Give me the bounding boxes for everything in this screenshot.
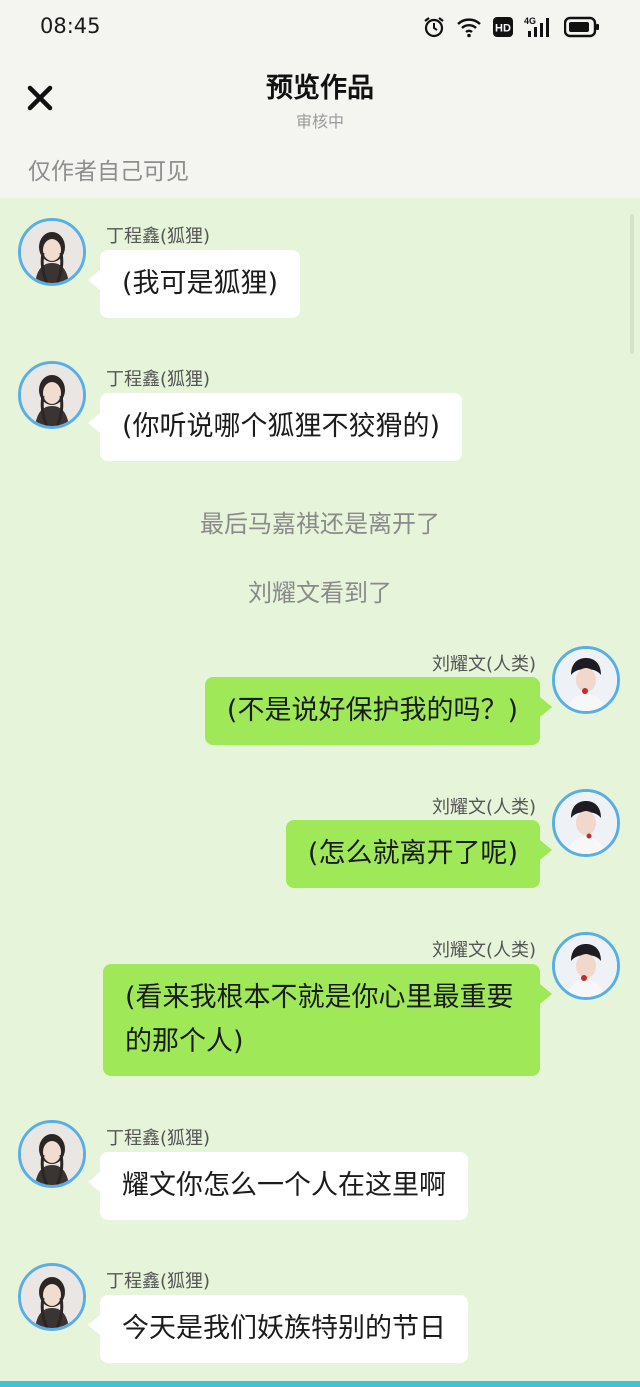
- sender-name: 丁程鑫(狐狸): [106, 1128, 211, 1149]
- narration-text: 最后马嘉祺还是离开了: [200, 510, 440, 538]
- sender-name: 刘耀文(人类): [431, 940, 536, 961]
- hd-icon: HD: [492, 16, 514, 38]
- avatar-ding[interactable]: [18, 1120, 86, 1188]
- message-bubble[interactable]: 今天是我们妖族特别的节日: [88, 1295, 468, 1363]
- visibility-note: 仅作者自己可见: [28, 159, 189, 185]
- avatar-liu[interactable]: [552, 646, 620, 714]
- message-bubble[interactable]: (你听说哪个狐狸不狡猾的): [87, 393, 463, 461]
- avatar-liu[interactable]: [552, 789, 620, 857]
- status-icons: HD 4G: [422, 15, 600, 39]
- page-title: 预览作品: [266, 73, 374, 104]
- sender-name: 丁程鑫(狐狸): [106, 369, 211, 390]
- battery-icon: [564, 16, 600, 38]
- wifi-icon: [456, 16, 482, 38]
- sender-name: 丁程鑫(狐狸): [106, 226, 211, 247]
- sender-name: 丁程鑫(狐狸): [106, 1271, 211, 1292]
- avatar-ding[interactable]: [18, 1263, 86, 1331]
- bottom-accent-bar: [0, 1381, 640, 1387]
- review-status: 审核中: [295, 112, 344, 131]
- hd-label: HD: [495, 23, 511, 35]
- chat-area[interactable]: 丁程鑫(狐狸) (我可是狐狸) 丁程鑫(狐狸) (你听说哪个狐狸不狡猾的) 最后…: [0, 198, 640, 1387]
- status-bar: 08:45 HD 4G: [0, 0, 640, 56]
- message-bubble[interactable]: (我可是狐狸): [87, 250, 301, 318]
- avatar-liu[interactable]: [552, 932, 620, 1000]
- avatar-ding[interactable]: [18, 361, 86, 429]
- message-bubble[interactable]: (不是说好保护我的吗？): [204, 677, 553, 745]
- status-time: 08:45: [40, 14, 101, 38]
- alarm-icon: [422, 15, 446, 39]
- narration-text: 刘耀文看到了: [248, 579, 392, 607]
- sender-name: 刘耀文(人类): [431, 654, 536, 675]
- message-bubble[interactable]: (看来我根本不就是你心里最重要的那个人): [103, 964, 552, 1076]
- network-label: 4G: [524, 16, 536, 26]
- message-bubble[interactable]: (怎么就离开了呢): [285, 820, 553, 888]
- header: 预览作品 审核中: [0, 56, 640, 142]
- signal-4g-icon: 4G: [524, 15, 554, 39]
- sender-name: 刘耀文(人类): [431, 797, 536, 818]
- message-bubble[interactable]: 耀文你怎么一个人在这里啊: [88, 1152, 468, 1220]
- scrollbar[interactable]: [630, 214, 634, 354]
- avatar-ding[interactable]: [18, 218, 86, 286]
